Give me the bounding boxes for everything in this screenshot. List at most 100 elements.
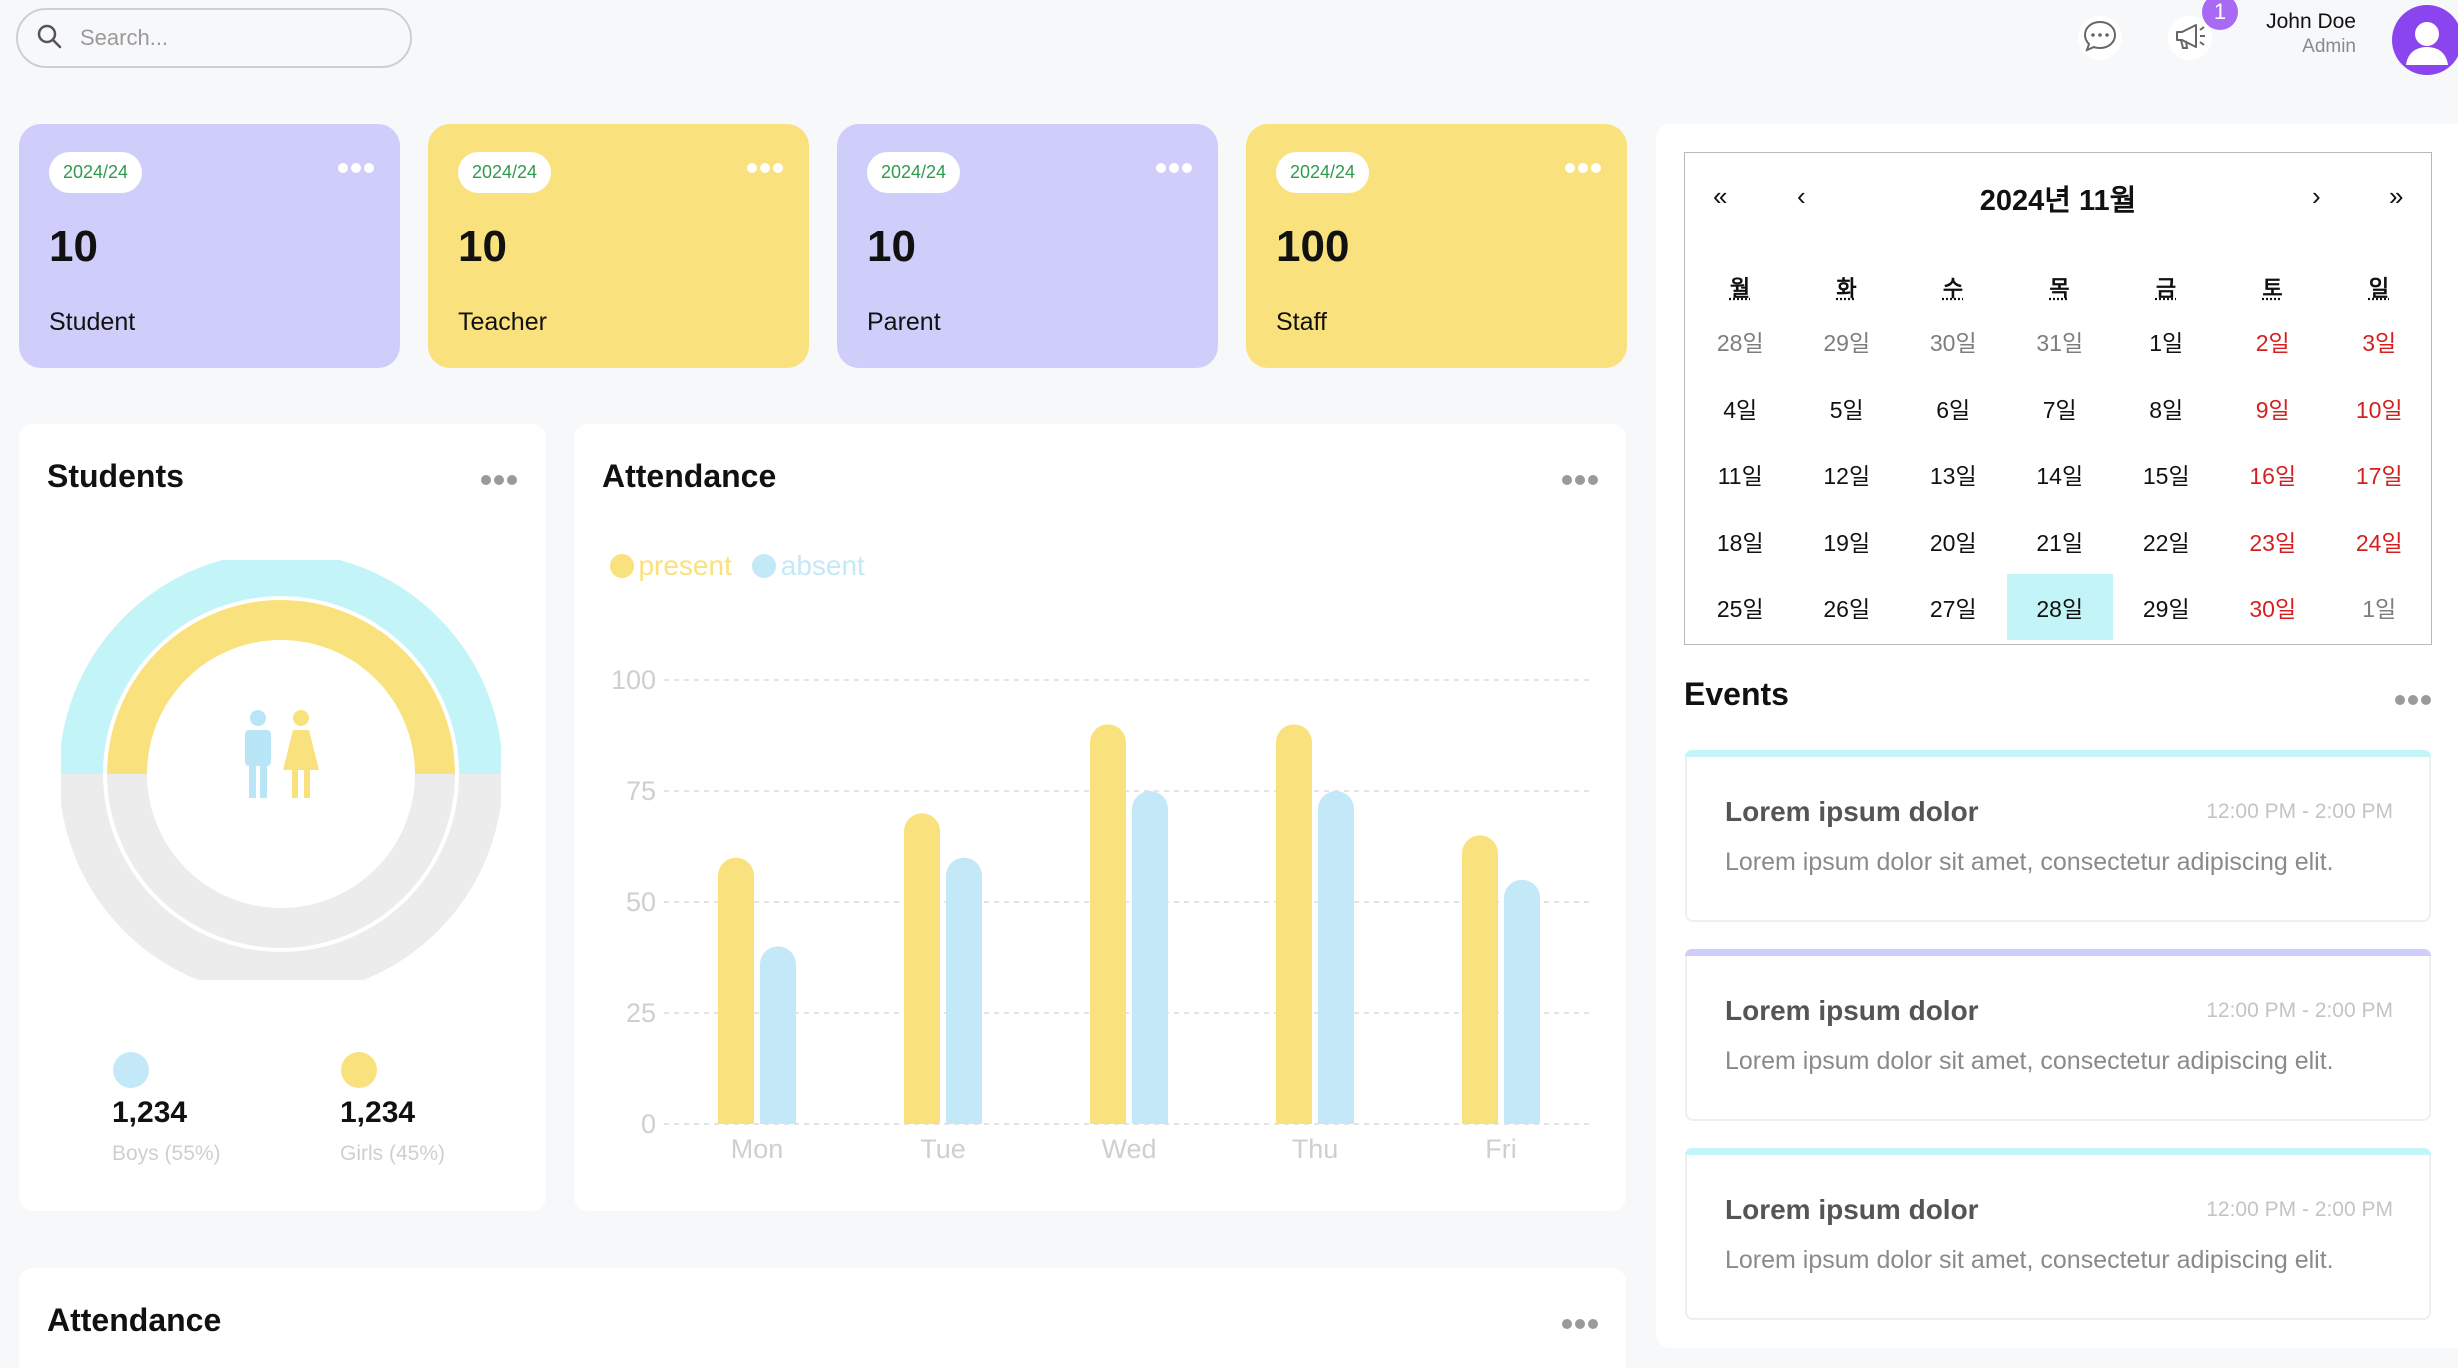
x-tick-label: Mon (731, 1134, 784, 1164)
event-title: Lorem ipsum dolor (1725, 995, 1979, 1027)
weekday-label: 월 (1687, 271, 1793, 303)
chat-icon (2081, 17, 2119, 60)
attendance-bottom-title: Attendance (47, 1302, 221, 1339)
event-time: 12:00 PM - 2:00 PM (2206, 1198, 2393, 1222)
inner-ring-track (127, 774, 435, 928)
weekday-label: 토 (2220, 271, 2326, 303)
calendar-day[interactable]: 2일 (2220, 308, 2327, 374)
event-description: Lorem ipsum dolor sit amet, consectetur … (1725, 1246, 2334, 1275)
calendar-day[interactable]: 1일 (2326, 574, 2433, 640)
stat-card-teacher: 2024/24 10 Teacher (428, 124, 809, 368)
weekday-label: 목 (2007, 271, 2113, 303)
more-options-icon[interactable] (1562, 1316, 1598, 1334)
calendar-next-button[interactable]: › (2312, 181, 2321, 212)
calendar-day[interactable]: 1일 (2113, 308, 2220, 374)
absent-legend-dot (752, 554, 776, 578)
calendar-day[interactable]: 29일 (2113, 574, 2220, 640)
more-options-icon[interactable] (1565, 160, 1601, 178)
bar-present-wed (1090, 724, 1126, 1124)
event-time: 12:00 PM - 2:00 PM (2206, 999, 2393, 1023)
calendar-day[interactable]: 24일 (2326, 508, 2433, 574)
male-figure-icon (245, 710, 271, 798)
calendar-day[interactable]: 23일 (2220, 508, 2327, 574)
avatar[interactable] (2392, 5, 2458, 75)
card-label: Teacher (458, 308, 547, 337)
more-options-icon[interactable] (747, 160, 783, 178)
more-options-icon[interactable] (481, 472, 517, 490)
weekday-label: 화 (1794, 271, 1900, 303)
calendar-day[interactable]: 19일 (1794, 508, 1901, 574)
students-panel: Students 1,234 Boys (55%) 1,234 Girls (4… (19, 424, 546, 1211)
calendar-day[interactable]: 4일 (1687, 375, 1794, 441)
calendar-day[interactable]: 12일 (1794, 441, 1901, 507)
calendar-day[interactable]: 22일 (2113, 508, 2220, 574)
y-tick-label: 100 (611, 665, 656, 695)
more-options-icon[interactable] (1562, 472, 1598, 490)
female-figure-icon (283, 710, 319, 798)
y-tick-label: 50 (626, 887, 656, 917)
search-bar[interactable] (16, 8, 412, 68)
card-count: 10 (867, 222, 916, 272)
bar-present-tue (904, 813, 940, 1124)
card-label: Staff (1276, 308, 1327, 337)
calendar-day[interactable]: 13일 (1900, 441, 2007, 507)
card-count: 100 (1276, 222, 1349, 272)
students-radial-chart (61, 560, 501, 980)
x-tick-label: Wed (1101, 1134, 1156, 1164)
calendar-day[interactable]: 9일 (2220, 375, 2327, 441)
event-card[interactable]: Lorem ipsum dolor 12:00 PM - 2:00 PM Lor… (1685, 949, 2431, 1121)
calendar-last-button[interactable]: » (2389, 181, 2403, 212)
user-name: John Doe (2200, 10, 2356, 34)
present-legend-dot (610, 554, 634, 578)
calendar-day[interactable]: 11일 (1687, 441, 1794, 507)
calendar-day[interactable]: 14일 (2007, 441, 2114, 507)
calendar-day[interactable]: 30일 (2220, 574, 2327, 640)
calendar-day[interactable]: 20일 (1900, 508, 2007, 574)
calendar-day[interactable]: 28일 (2007, 574, 2114, 640)
card-label: Parent (867, 308, 941, 337)
present-legend-label: present (638, 550, 731, 581)
calendar-day[interactable]: 15일 (2113, 441, 2220, 507)
girls-count: 1,234 (340, 1096, 415, 1130)
calendar-day[interactable]: 18일 (1687, 508, 1794, 574)
calendar-day[interactable]: 3일 (2326, 308, 2433, 374)
bar-present-fri (1462, 835, 1498, 1124)
weekday-label: 일 (2326, 271, 2432, 303)
calendar-day[interactable]: 10일 (2326, 375, 2433, 441)
more-options-icon[interactable] (1156, 160, 1192, 178)
calendar-day[interactable]: 26일 (1794, 574, 1901, 640)
girls-label: Girls (45%) (340, 1142, 445, 1166)
weekday-label: 금 (2113, 271, 2219, 303)
calendar-day[interactable]: 30일 (1900, 308, 2007, 374)
event-card[interactable]: Lorem ipsum dolor 12:00 PM - 2:00 PM Lor… (1685, 750, 2431, 922)
calendar-day[interactable]: 29일 (1794, 308, 1901, 374)
more-options-icon[interactable] (338, 160, 374, 178)
stat-card-student: 2024/24 10 Student (19, 124, 400, 368)
bar-absent-mon (760, 946, 796, 1124)
events-title: Events (1684, 676, 1789, 713)
boys-label: Boys (55%) (112, 1142, 221, 1166)
attendance-bar-chart: 0 25 50 75 100 Mon Tue Wed Thu Fri (574, 604, 1626, 1204)
calendar-day[interactable]: 17일 (2326, 441, 2433, 507)
calendar-day[interactable]: 16일 (2220, 441, 2327, 507)
calendar-day[interactable]: 25일 (1687, 574, 1794, 640)
chart-legend: present absent (610, 550, 865, 582)
bar-absent-fri (1504, 880, 1540, 1124)
calendar-day[interactable]: 31일 (2007, 308, 2114, 374)
calendar-day[interactable]: 5일 (1794, 375, 1901, 441)
event-accent-bar (1685, 949, 2431, 956)
messages-button[interactable] (2078, 16, 2122, 60)
event-card[interactable]: Lorem ipsum dolor 12:00 PM - 2:00 PM Lor… (1685, 1148, 2431, 1320)
calendar-day[interactable]: 21일 (2007, 508, 2114, 574)
students-title: Students (47, 458, 184, 495)
y-tick-label: 25 (626, 998, 656, 1028)
calendar-day[interactable]: 7일 (2007, 375, 2114, 441)
card-count: 10 (458, 222, 507, 272)
more-options-icon[interactable] (2395, 692, 2431, 710)
search-input[interactable] (80, 25, 400, 51)
calendar-day[interactable]: 28일 (1687, 308, 1794, 374)
calendar-day[interactable]: 6일 (1900, 375, 2007, 441)
calendar-day[interactable]: 8일 (2113, 375, 2220, 441)
girls-legend-dot (341, 1052, 377, 1088)
calendar-day[interactable]: 27일 (1900, 574, 2007, 640)
